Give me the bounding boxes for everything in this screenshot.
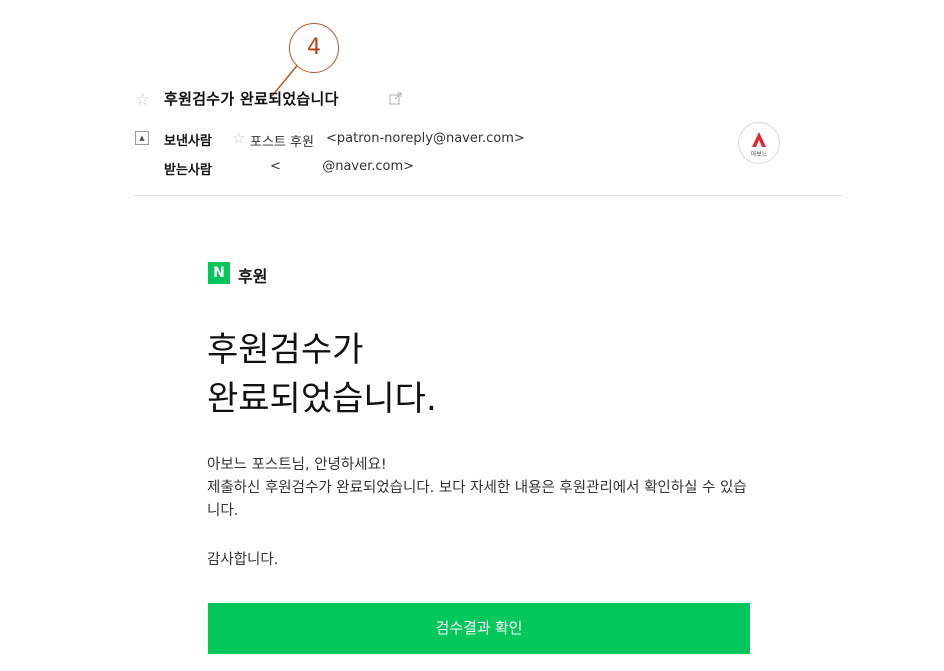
brand-name: 후원	[238, 267, 268, 286]
message-body: 아보느 포스트님, 안녕하세요! 제출하신 후원검수가 완료되었습니다. 보다 …	[207, 454, 752, 523]
greeting-text: 아보느 포스트님, 안녕하세요!	[207, 457, 387, 473]
avabo-logo-icon: 아보느	[751, 132, 768, 158]
email-subject: 후원검수가 완료되었습니다	[164, 90, 339, 108]
sender-label: 보낸사람	[164, 134, 212, 149]
naver-logo-icon: N	[208, 262, 230, 284]
check-result-button[interactable]: 검수결과 확인	[208, 603, 750, 654]
recipient-label: 받는사람	[164, 163, 212, 178]
sender-name[interactable]: 포스트 후원	[250, 131, 314, 150]
body-text: 제출하신 후원검수가 완료되었습니다. 보다 자세한 내용은 후원관리에서 확인…	[207, 480, 747, 519]
recipient-email[interactable]: < @naver.com>	[270, 159, 414, 174]
sender-star-icon[interactable]: ☆	[232, 131, 245, 146]
avatar-caption: 아보느	[751, 150, 768, 158]
headline-line-2: 완료되었습니다.	[207, 379, 437, 419]
sender-email[interactable]: <patron-noreply@naver.com>	[326, 131, 525, 146]
sender-avatar[interactable]: 아보느	[738, 122, 780, 164]
headline-line-1: 후원검수가	[207, 330, 364, 370]
external-link-icon[interactable]	[389, 92, 402, 105]
header-divider	[134, 195, 842, 196]
header-toggle-button[interactable]: ▲	[135, 131, 149, 145]
headline: 후원검수가 완료되었습니다.	[207, 326, 437, 424]
star-icon[interactable]: ☆	[135, 92, 150, 109]
thanks-text: 감사합니다.	[207, 552, 279, 568]
step-number-badge: 4	[289, 23, 339, 73]
